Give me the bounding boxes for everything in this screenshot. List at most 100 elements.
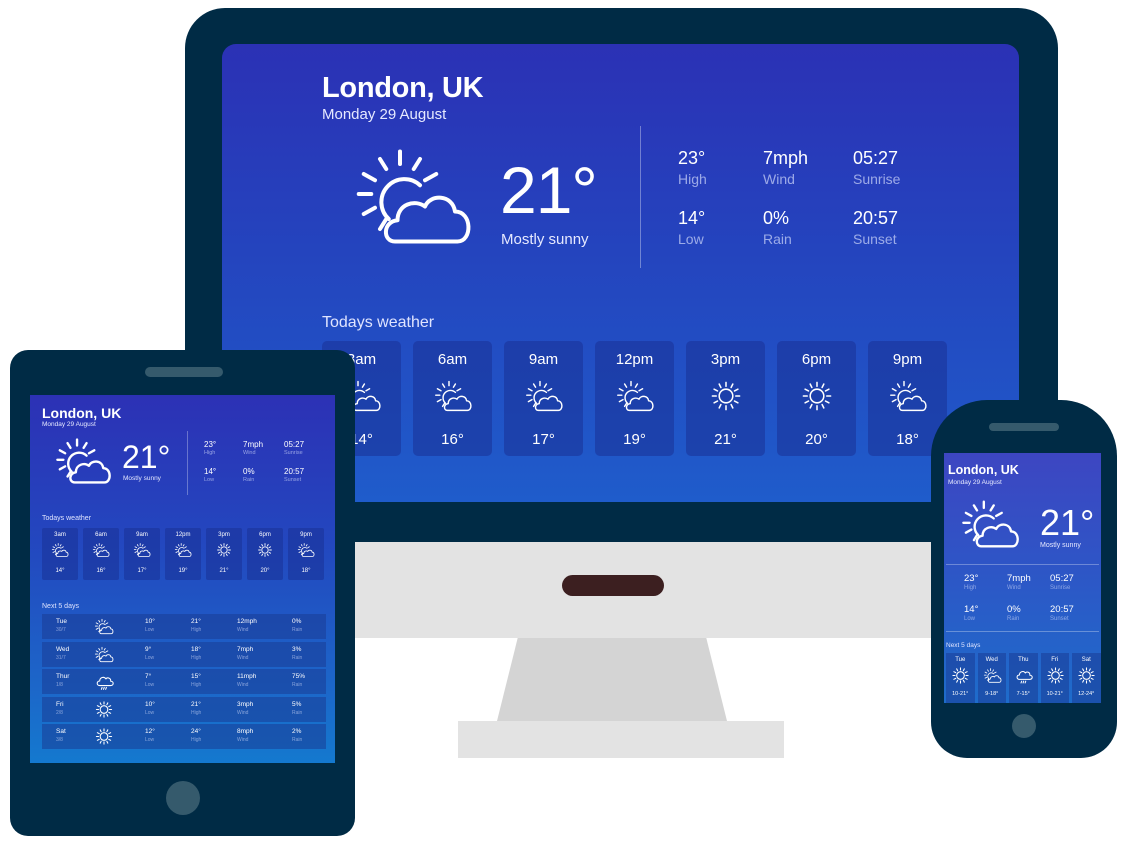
rain-cloud-icon — [1016, 671, 1033, 684]
hour-temperature: 14° — [55, 568, 65, 574]
partly-sunny-icon — [890, 380, 927, 412]
day-name: Tue 30/7 — [56, 618, 67, 633]
city-title: London, UK — [948, 463, 1019, 477]
sun-icon — [217, 543, 231, 557]
current-condition: Mostly sunny — [1040, 542, 1081, 549]
current-date: Monday 29 August — [322, 106, 447, 123]
daily-card: Sat 12-24° — [1072, 653, 1101, 703]
sun-icon — [711, 381, 741, 411]
partly-sunny-icon — [56, 438, 111, 484]
hourly-card: 6am 16° — [83, 528, 119, 580]
day-high: 15° High — [191, 673, 202, 688]
day-high: 18° High — [191, 645, 202, 661]
day-high: 24° High — [191, 728, 202, 743]
hour-temperature: 21° — [219, 568, 229, 574]
tablet-home-button[interactable] — [166, 781, 200, 815]
current-date: Monday 29 August — [42, 421, 96, 428]
current-condition: Mostly sunny — [123, 475, 161, 482]
hour-label: 9am — [136, 532, 148, 538]
stat-wind: 7mph Wind — [763, 148, 809, 187]
day-temperature-range: 9-18° — [985, 691, 999, 697]
stat-rain: 0% Rain — [1007, 604, 1021, 622]
hourly-forecast: 3am 14° 6am 16° 9am 17° 12pm 19° 3pm 21°… — [42, 528, 324, 580]
city-title: London, UK — [322, 72, 484, 104]
city-title: London, UK — [42, 405, 122, 421]
sun-icon — [1046, 667, 1064, 684]
rain-cloud-icon — [96, 676, 114, 690]
next-5-days-heading: Next 5 days — [42, 603, 79, 610]
hourly-card: 12pm 19° — [595, 341, 674, 456]
partly-sunny-icon — [92, 543, 110, 557]
hour-temperature: 19° — [178, 568, 188, 574]
hourly-card: 6pm 20° — [777, 341, 856, 456]
partly-sunny-icon — [962, 500, 1019, 548]
day-rain: 75% Rain — [292, 673, 306, 688]
day-low: 7° Low — [145, 673, 155, 688]
day-wind: 7mph Wind — [237, 645, 254, 661]
day-temperature-range: 10-21° — [952, 691, 969, 697]
day-rain: 2% Rain — [292, 728, 303, 743]
day-rain: 0% Rain — [292, 618, 303, 633]
stat-low: 14° Low — [678, 208, 706, 247]
hourly-forecast: 3am 14° 6am 16° 9am 17° 12pm 19° 3pm 21°… — [322, 341, 947, 456]
partly-sunny-icon — [133, 543, 151, 557]
hour-temperature: 21° — [714, 431, 737, 448]
hour-temperature: 18° — [301, 568, 311, 574]
day-rain: 3% Rain — [292, 645, 303, 661]
day-high: 21° High — [191, 700, 202, 716]
partly-sunny-icon — [617, 380, 654, 412]
stat-wind: 7mph Wind — [1007, 573, 1031, 591]
hour-label: 3pm — [218, 532, 230, 538]
day-name: Wed — [985, 657, 998, 663]
divider — [640, 126, 641, 268]
current-temperature: 21° — [500, 153, 598, 227]
current-condition: Mostly sunny — [501, 231, 589, 248]
day-wind: 11mph Wind — [237, 673, 257, 688]
day-temperature-range: 12-24° — [1078, 691, 1095, 697]
partly-sunny-icon — [94, 618, 114, 635]
hourly-card: 9am 17° — [504, 341, 583, 456]
daily-forecast: Tue 30/7 10° Low 21° High 12mph Wind 0% Rain … — [42, 614, 326, 752]
sun-icon — [952, 667, 969, 684]
sun-icon — [95, 700, 113, 718]
hour-label: 12pm — [615, 351, 654, 368]
phone-home-button[interactable] — [1012, 714, 1036, 738]
sun-icon — [802, 381, 832, 411]
day-temperature-range: 7-15° — [1016, 691, 1030, 697]
daily-row: Fri 2/8 10° Low 21° High 3mph Wind 5% Rain — [42, 696, 326, 722]
stat-sunset: 20:57 Sunset — [284, 467, 305, 483]
stat-low: 14° Low — [964, 604, 979, 622]
day-low: 10° Low — [145, 618, 155, 633]
day-wind: 8mph Wind — [237, 728, 254, 743]
hour-label: 12pm — [175, 532, 191, 538]
day-wind: 3mph Wind — [237, 700, 254, 716]
monitor-stand-base — [458, 721, 784, 758]
stat-sunrise: 05:27 Sunrise — [853, 148, 901, 187]
monitor-logo — [562, 575, 664, 596]
stat-rain: 0% Rain — [243, 467, 255, 483]
day-name: Thu — [1018, 657, 1029, 663]
partly-sunny-icon — [356, 149, 471, 244]
hourly-card: 3pm 21° — [206, 528, 242, 580]
divider — [946, 631, 1099, 632]
daily-forecast: Tue 10-21° Wed 9-18° Thu 7-15° Fri 10-21… — [946, 653, 1101, 703]
daily-row: Thur 1/8 7° Low 15° High 11mph Wind 75% Rain — [42, 669, 326, 694]
day-name: Fri — [1051, 657, 1059, 663]
hour-temperature: 16° — [96, 568, 106, 574]
day-name: Thur 1/8 — [56, 673, 70, 688]
day-name: Sat 3/8 — [56, 728, 66, 743]
hour-temperature: 17° — [137, 568, 147, 574]
stat-sunrise: 05:27 Sunrise — [284, 440, 305, 456]
hour-label: 6pm — [801, 351, 832, 368]
hourly-card: 9am 17° — [124, 528, 160, 580]
daily-card: Fri 10-21° — [1040, 653, 1069, 703]
hour-label: 9pm — [300, 532, 312, 538]
day-name: Wed 31/7 — [56, 645, 70, 661]
partly-sunny-icon — [983, 668, 1001, 683]
stat-high: 23° High — [204, 440, 217, 456]
partly-sunny-icon — [174, 543, 192, 557]
todays-weather-heading: Todays weather — [322, 314, 435, 331]
hourly-card: 6am 16° — [413, 341, 492, 456]
divider — [946, 564, 1099, 565]
day-name: Tue — [955, 657, 966, 663]
